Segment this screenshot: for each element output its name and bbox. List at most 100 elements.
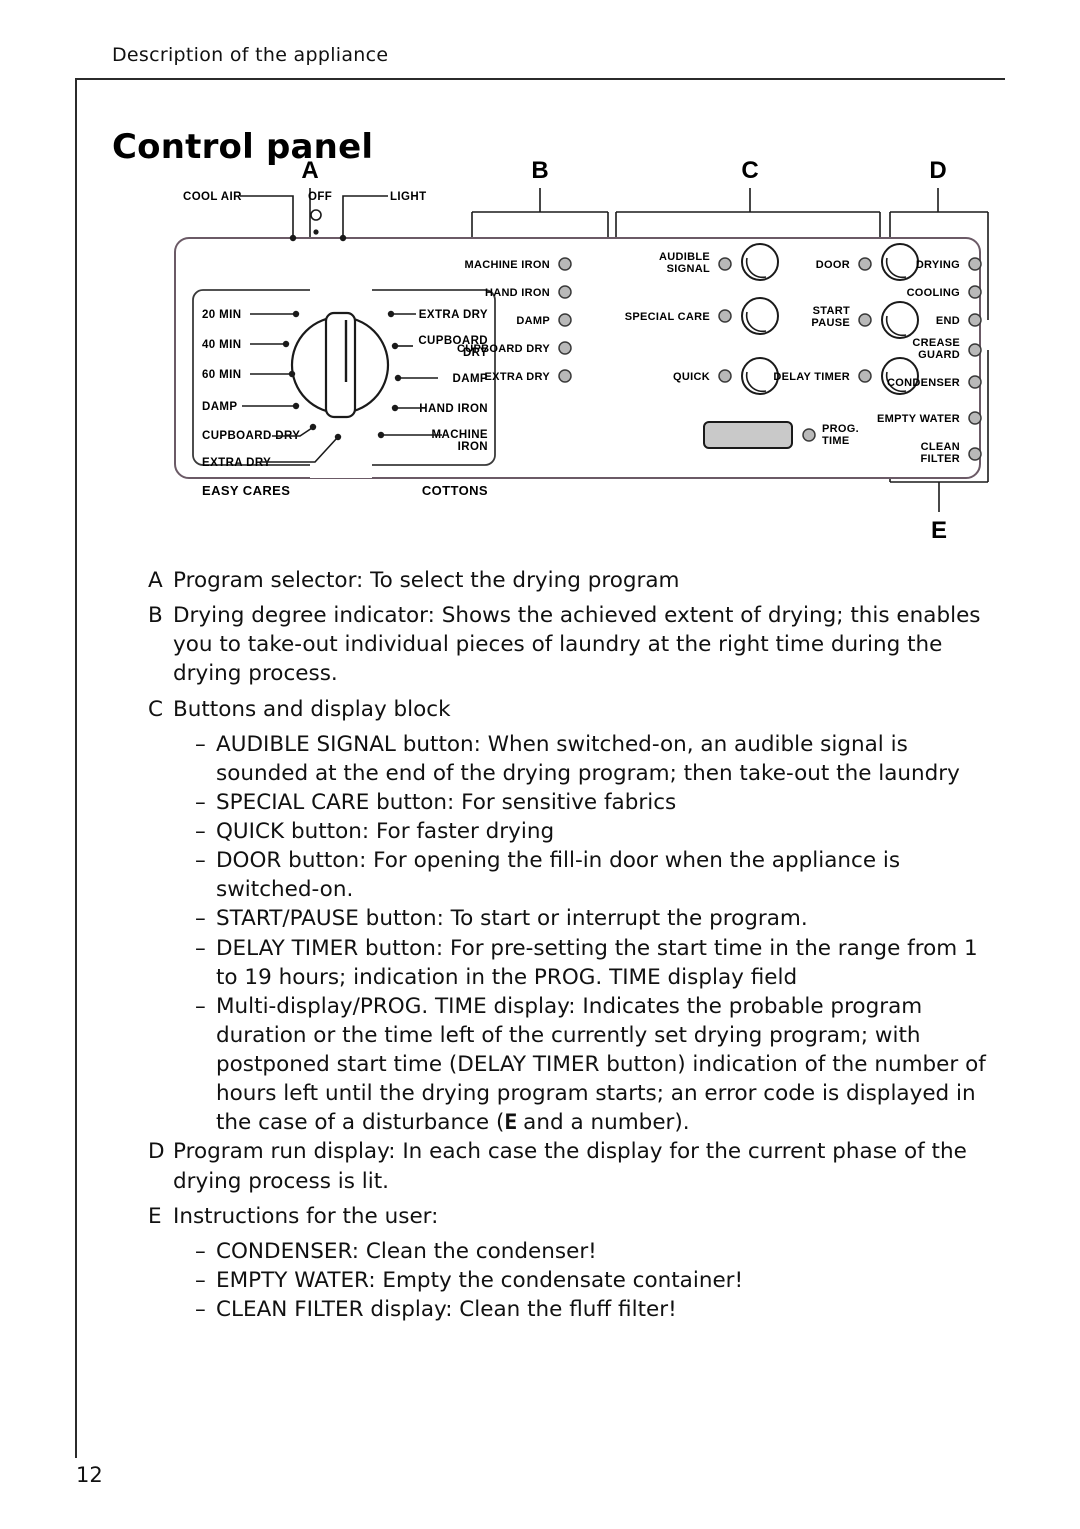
sub-item-dash: – bbox=[195, 993, 206, 1019]
led-machine-iron bbox=[558, 257, 572, 271]
description-sub-item: – AUDIBLE SIGNAL button: When switched-on… bbox=[195, 730, 993, 788]
control-panel-diagram: A B C D E COOL AIR OFF LIGHT 20 MIN 40 M… bbox=[150, 150, 1000, 560]
led-prog-time bbox=[802, 428, 816, 442]
sub-item-text: Multi-display/PROG. TIME display: Indica… bbox=[216, 993, 986, 1136]
description-marker: B bbox=[148, 603, 163, 629]
sub-item-dash: – bbox=[195, 935, 206, 961]
selector-label-20-min: 20 MIN bbox=[202, 309, 241, 321]
callout-letter-a: A bbox=[301, 157, 318, 184]
description-sub-item: – QUICK button: For faster drying bbox=[195, 817, 993, 846]
description-sub-item: – CONDENSER: Clean the condenser! bbox=[195, 1237, 993, 1266]
button-label-audible-1: AUDIBLE bbox=[659, 251, 710, 263]
sub-item-dash: – bbox=[195, 789, 206, 815]
description-sub-item: – EMPTY WATER: Empty the condensate conta… bbox=[195, 1266, 993, 1295]
description-sub-item: – CLEAN FILTER display: Clean the fluff f… bbox=[195, 1295, 993, 1324]
description-marker: C bbox=[148, 696, 164, 722]
description-text: Buttons and display block bbox=[173, 696, 451, 722]
description-sub-item: – DELAY TIMER button: For pre-setting the… bbox=[195, 934, 993, 992]
description-marker: E bbox=[148, 1203, 162, 1229]
sub-item-text: CONDENSER: Clean the condenser! bbox=[216, 1238, 597, 1264]
sub-item-text: CLEAN FILTER display: Clean the fluff fi… bbox=[216, 1297, 677, 1322]
description-text: Program run display: In each case the di… bbox=[173, 1139, 967, 1194]
selector-label-extra-dry-left: EXTRA DRY bbox=[202, 457, 271, 469]
button-audible-signal[interactable] bbox=[741, 243, 779, 281]
led-start-pause bbox=[858, 313, 872, 327]
knob-grip[interactable] bbox=[324, 311, 357, 419]
led-empty-water bbox=[968, 411, 982, 425]
button-start-pause[interactable] bbox=[881, 301, 919, 339]
selector-label-damp-left: DAMP bbox=[202, 401, 237, 413]
indicator-label-cupboard-dry: CUPBOARD DRY bbox=[457, 343, 550, 355]
button-special-care[interactable] bbox=[741, 297, 779, 335]
page-number: 12 bbox=[76, 1463, 103, 1487]
indicator-label-hand-iron: HAND IRON bbox=[485, 287, 550, 299]
instr-label-condenser: CONDENSER bbox=[887, 377, 960, 389]
indicator-label-extra-dry: EXTRA DRY bbox=[485, 371, 551, 383]
sub-item-text: AUDIBLE SIGNAL button: When switched-on,… bbox=[216, 731, 960, 786]
led-cooling bbox=[968, 285, 982, 299]
sub-item-text: EMPTY WATER: Empty the condensate contai… bbox=[216, 1267, 744, 1293]
description-sub-list: – CONDENSER: Clean the condenser! – EMPTY W… bbox=[195, 1237, 993, 1324]
led-drying bbox=[968, 257, 982, 271]
sub-item-dash: – bbox=[195, 731, 206, 757]
left-margin-rule bbox=[75, 78, 77, 1458]
callout-letter-c: C bbox=[741, 157, 758, 184]
leader-light bbox=[342, 195, 388, 236]
sub-item-dash: – bbox=[195, 819, 206, 844]
sub-item-dash: – bbox=[195, 848, 206, 874]
led-special-care bbox=[718, 309, 732, 323]
selector-label-40-min: 40 MIN bbox=[202, 339, 241, 351]
led-condenser bbox=[968, 375, 982, 389]
description-sub-item: – Multi-display/PROG. TIME display: Indic… bbox=[195, 992, 993, 1138]
off-position-ring bbox=[310, 209, 322, 221]
dot-damp-right bbox=[394, 374, 402, 382]
selector-label-light: LIGHT bbox=[390, 191, 427, 203]
description-text: Program selector: To select the drying p… bbox=[173, 568, 680, 593]
sub-item-text: START/PAUSE button: To start or interrup… bbox=[216, 906, 808, 932]
dot-cupboard-dry-left bbox=[309, 423, 317, 431]
dot-hand-iron-right bbox=[391, 404, 399, 412]
selector-label-60-min: 60 MIN bbox=[202, 369, 241, 381]
description-sub-item: – SPECIAL CARE button: For sensitive fabr… bbox=[195, 788, 993, 817]
dot-20-min bbox=[292, 310, 300, 318]
display-label-time: TIME bbox=[822, 435, 849, 447]
description-marker: A bbox=[148, 568, 163, 593]
dot-damp-left bbox=[292, 402, 300, 410]
description-item: D Program run display: In each case the d… bbox=[148, 1137, 993, 1195]
sub-item-dash: – bbox=[195, 1267, 206, 1293]
button-door[interactable] bbox=[881, 243, 919, 281]
description-sub-item: – DOOR button: For opening the fill-in do… bbox=[195, 846, 993, 904]
selector-label-extra-dry-right: EXTRA DRY bbox=[419, 309, 488, 321]
button-label-start: START bbox=[813, 305, 850, 317]
led-audible-signal bbox=[718, 257, 732, 271]
button-label-quick: QUICK bbox=[673, 371, 710, 383]
run-label-drying: DRYING bbox=[916, 259, 960, 271]
indicator-label-machine-iron: MACHINE IRON bbox=[465, 259, 551, 271]
header-divider bbox=[75, 78, 1005, 80]
description-sub-item: – START/PAUSE button: To start or interru… bbox=[195, 904, 993, 933]
callout-letter-d: D bbox=[929, 157, 946, 184]
dot-60-min bbox=[288, 370, 296, 378]
dot-extra-dry-right bbox=[387, 310, 395, 318]
callout-letter-e: E bbox=[931, 517, 947, 544]
sub-item-text: QUICK button: For faster drying bbox=[216, 819, 555, 844]
prog-time-display bbox=[703, 421, 793, 449]
description-sub-list: – AUDIBLE SIGNAL button: When switched-on… bbox=[195, 730, 993, 1138]
display-label-prog: PROG. bbox=[822, 423, 859, 435]
instr-label-clean-1: CLEAN bbox=[921, 441, 960, 453]
selector-label-machine-right-2: IRON bbox=[458, 441, 488, 453]
description-list: A Program selector: To select the drying … bbox=[148, 566, 993, 1324]
led-crease-guard bbox=[968, 343, 982, 357]
dot-cool-air bbox=[289, 234, 297, 242]
selector-label-hand-iron-right: HAND IRON bbox=[419, 403, 488, 415]
error-code-glyph: E bbox=[504, 1110, 517, 1136]
selector-label-damp-right: DAMP bbox=[453, 373, 488, 385]
dot-cupboard-dry-right bbox=[391, 342, 399, 350]
led-hand-iron bbox=[558, 285, 572, 299]
description-text: Instructions for the user: bbox=[173, 1203, 439, 1229]
dot-machine-iron-right bbox=[377, 431, 385, 439]
sub-item-text: DELAY TIMER button: For pre-setting the … bbox=[216, 935, 978, 990]
sub-item-dash: – bbox=[195, 906, 206, 932]
led-extra-dry bbox=[558, 369, 572, 383]
led-quick bbox=[718, 369, 732, 383]
